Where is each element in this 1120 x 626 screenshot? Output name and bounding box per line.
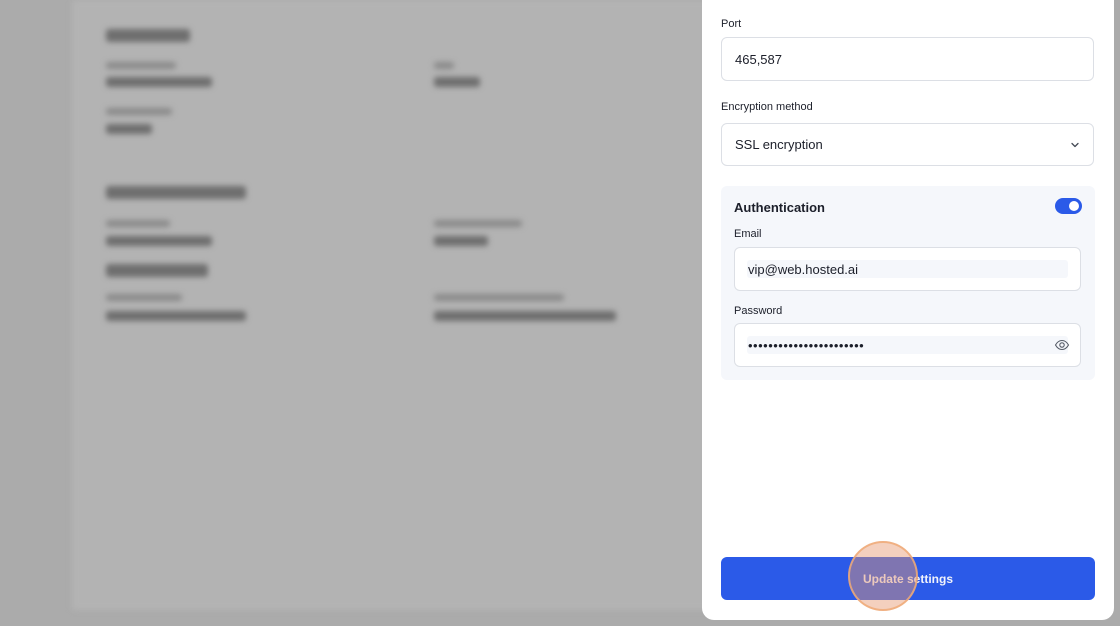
encryption-method-value: SSL encryption [735, 137, 823, 152]
password-value: ••••••••••••••••••••••• [748, 337, 865, 353]
authentication-section: Authentication Email vip@web.hosted.ai P… [721, 186, 1095, 380]
email-value: vip@web.hosted.ai [748, 261, 859, 277]
encryption-method-label: Encryption method [721, 101, 813, 113]
authentication-title: Authentication [734, 200, 825, 215]
email-label: Email [734, 228, 762, 240]
chevron-down-icon [1071, 142, 1079, 147]
port-value: 465,587 [735, 51, 782, 67]
update-settings-button[interactable]: Update settings [721, 557, 1095, 600]
smtp-settings-drawer: Port 465,587 Encryption method SSL encry… [702, 0, 1114, 620]
authentication-toggle[interactable] [1055, 198, 1082, 214]
port-label: Port [721, 18, 742, 30]
port-input[interactable]: 465,587 [721, 37, 1094, 81]
encryption-method-select[interactable]: SSL encryption [721, 123, 1094, 166]
password-label: Password [734, 305, 783, 317]
toggle-knob [1069, 201, 1079, 211]
eye-icon[interactable] [1054, 337, 1070, 353]
background-blurred-content [0, 0, 700, 626]
password-input[interactable]: ••••••••••••••••••••••• [734, 323, 1081, 367]
email-input[interactable]: vip@web.hosted.ai [734, 247, 1081, 291]
